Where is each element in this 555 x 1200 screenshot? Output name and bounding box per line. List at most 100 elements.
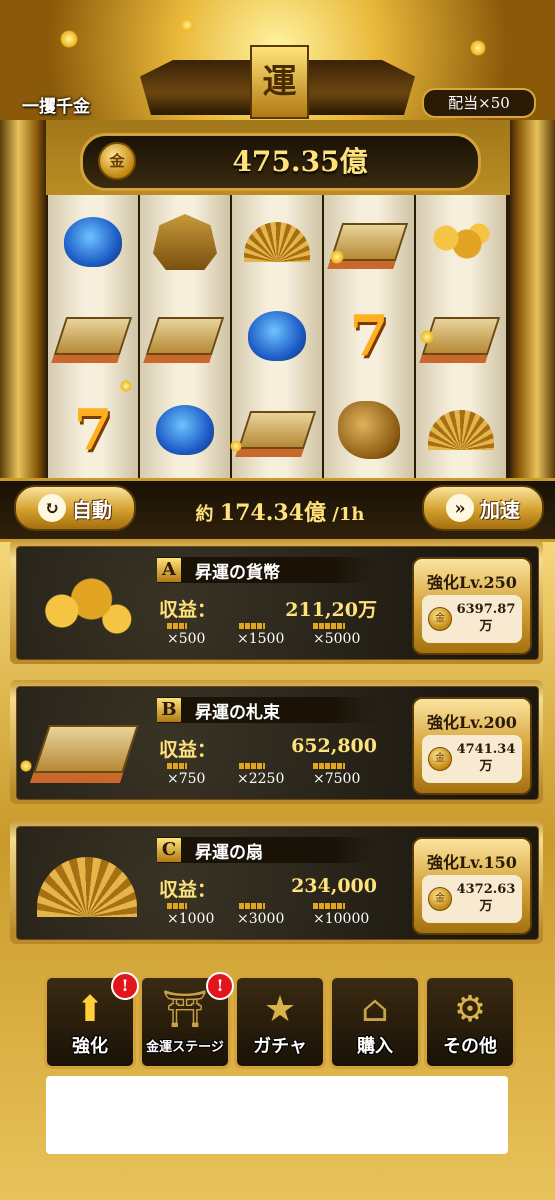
nav-purchase[interactable]: ⌂ 購入 xyxy=(329,975,421,1069)
nav-label: 金運ステージ xyxy=(146,1040,224,1055)
lantern-icon: ⌂ xyxy=(361,988,389,1030)
tier-multiplier: ×3000 xyxy=(237,911,285,927)
income-value: 211,20万 xyxy=(285,599,377,621)
gold-coin-icon: 金 xyxy=(428,607,452,631)
rate-value: 174.34億 xyxy=(219,500,326,526)
gear-box-icon: ⚙ xyxy=(453,988,487,1030)
reel-cell xyxy=(140,195,230,289)
sparkle xyxy=(180,18,194,32)
tier-mark xyxy=(239,903,265,909)
turtle-icon xyxy=(248,311,306,361)
income-value: 234,000 xyxy=(291,875,377,897)
seven-icon: 7 xyxy=(73,397,113,463)
reel-cell xyxy=(232,195,322,289)
cost-unit: 万 xyxy=(479,899,493,914)
seven-icon: 7 xyxy=(349,303,389,369)
tier-multiplier: ×7500 xyxy=(313,771,361,787)
tier-multiplier: ×1500 xyxy=(237,631,285,647)
reel-cell xyxy=(232,289,322,383)
gold-coin-icon: 金 xyxy=(428,887,452,911)
fast-forward-icon: » xyxy=(446,494,474,522)
tier-mark xyxy=(239,623,265,629)
nav-gacha[interactable]: ★ ガチャ xyxy=(234,975,326,1069)
speed-up-button[interactable]: » 加速 xyxy=(422,485,544,531)
card-name: 昇運の札束 xyxy=(195,702,280,723)
money-stack-icon xyxy=(145,317,225,355)
slot-reels: 7 7 xyxy=(46,195,510,478)
turtle-icon xyxy=(64,217,122,267)
game-title: 一攫千金 xyxy=(22,97,90,117)
treasure-ship-icon xyxy=(153,214,217,270)
cost-amount: 4372.63 xyxy=(456,882,516,897)
reel-cell: 7 xyxy=(324,289,414,383)
tier-mark xyxy=(313,623,345,629)
sparkle xyxy=(230,440,242,452)
nav-fortune-stage[interactable]: ⛩ 金運ステージ ! xyxy=(139,972,234,1069)
income-label: 収益： xyxy=(159,879,217,901)
alert-badge: ! xyxy=(206,972,234,1000)
right-pillar xyxy=(510,120,555,480)
nav-other[interactable]: ⚙ その他 xyxy=(424,975,516,1069)
star-medal-icon: ★ xyxy=(263,988,297,1030)
nav-upgrade[interactable]: ⬆ 強化 ! xyxy=(44,972,139,1069)
upgrade-button[interactable]: 強化Lv.150 金 4372.63 万 xyxy=(412,837,532,935)
alert-badge: ! xyxy=(111,972,139,1000)
reel-cell: 7 xyxy=(48,383,138,477)
refresh-icon: ↻ xyxy=(38,494,66,522)
reel-cell xyxy=(48,289,138,383)
tier-mark xyxy=(167,623,187,629)
speed-label: 加速 xyxy=(480,497,520,522)
card-letter: A xyxy=(157,558,181,582)
upgrade-button[interactable]: 強化Lv.250 金 6397.87 万 xyxy=(412,557,532,655)
gold-coins-icon xyxy=(431,222,491,262)
sparkle xyxy=(120,380,132,392)
upgrade-level: 強化Lv.250 xyxy=(427,573,517,592)
auto-label: 自動 xyxy=(72,497,112,522)
tier-mark xyxy=(167,763,187,769)
cost-unit: 万 xyxy=(479,759,493,774)
payout-multiplier: 配当×50 xyxy=(422,88,536,118)
nav-label: その他 xyxy=(443,1036,497,1057)
income-rate: 約 174.34億 /1h xyxy=(150,495,410,527)
gold-coins-icon xyxy=(31,567,141,647)
card-letter: B xyxy=(157,698,181,722)
tier-multiplier: ×500 xyxy=(167,631,206,647)
income-label: 収益： xyxy=(159,599,217,621)
income-label: 収益： xyxy=(159,739,217,761)
reel-cell xyxy=(324,383,414,477)
nav-label: ガチャ xyxy=(253,1036,307,1057)
cost-amount: 4741.34 xyxy=(456,742,516,757)
reel-cell xyxy=(416,383,506,477)
reel-cell xyxy=(232,383,322,477)
tier-multiplier: ×750 xyxy=(167,771,206,787)
cost-amount: 6397.87 xyxy=(456,602,516,617)
ad-banner[interactable] xyxy=(46,1076,508,1154)
torii-icon: ⛩ xyxy=(162,989,208,1030)
money-stack-icon xyxy=(237,411,317,449)
folding-fan-icon xyxy=(31,847,141,927)
folding-fan-icon xyxy=(428,410,494,450)
folding-fan-icon xyxy=(244,222,310,262)
reel-cell xyxy=(324,195,414,289)
nav-label: 購入 xyxy=(357,1036,393,1057)
card-name: 昇運の扇 xyxy=(195,842,263,863)
gold-coin-icon: 金 xyxy=(428,747,452,771)
sparkle xyxy=(470,40,486,56)
turtle-icon xyxy=(156,405,214,455)
reel-cell xyxy=(48,195,138,289)
money-stack-icon xyxy=(31,707,141,787)
tier-multiplier: ×1000 xyxy=(167,911,215,927)
arrow-up-icon: ⬆ xyxy=(74,988,106,1030)
upgrade-card-b: B 昇運の札束 収益： 652,800 ×750 ×2250 ×7500 強化Lv… xyxy=(10,680,543,804)
dragon-icon xyxy=(338,401,400,459)
upgrade-card-c: C 昇運の扇 収益： 234,000 ×1000 ×3000 ×10000 強化L… xyxy=(10,820,543,944)
upgrade-level: 強化Lv.200 xyxy=(427,713,517,732)
tier-mark xyxy=(313,763,345,769)
tier-multiplier: ×5000 xyxy=(313,631,361,647)
upgrade-button[interactable]: 強化Lv.200 金 4741.34 万 xyxy=(412,697,532,795)
sparkle xyxy=(60,30,78,48)
reel-1: 7 xyxy=(48,195,138,478)
rate-prefix: 約 xyxy=(195,504,214,525)
money-stack-icon xyxy=(53,317,133,355)
auto-button[interactable]: ↻ 自動 xyxy=(14,485,136,531)
